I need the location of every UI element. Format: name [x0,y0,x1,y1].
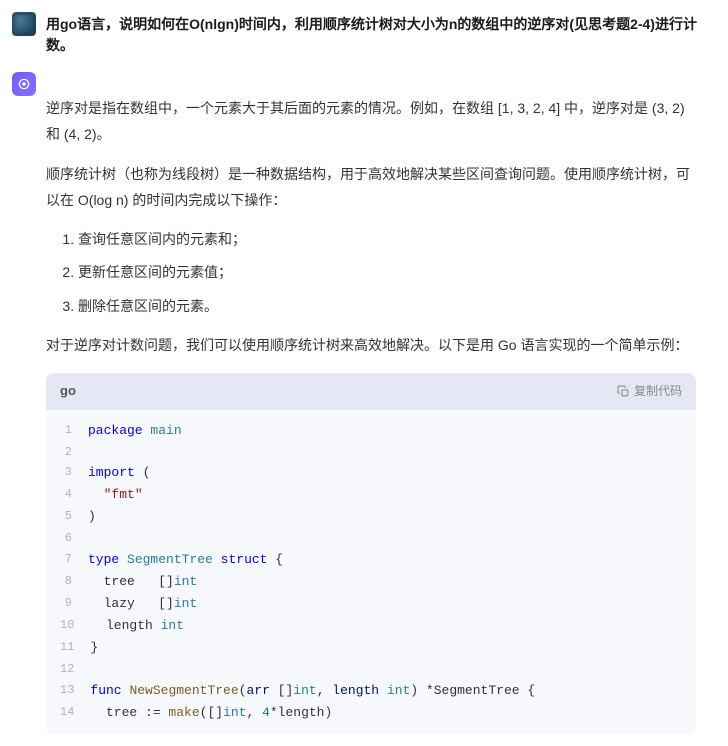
code-block: go 复制代码 1package main23import (4 "fmt"5)… [46,373,696,734]
line-number: 8 [60,571,88,593]
line-content: } [90,637,98,659]
code-line: 2 [46,442,696,462]
line-number: 3 [60,462,88,484]
line-content: tree []int [88,571,197,593]
line-content: lazy []int [88,593,197,615]
code-line: 14 tree := make([]int, 4*length) [46,702,696,724]
line-content: "fmt" [88,484,143,506]
code-line: 11} [46,637,696,659]
copy-icon [617,385,630,398]
code-line: 3import ( [46,462,696,484]
bot-answer: 逆序对是指在数组中，一个元素大于其后面的元素的情况。例如，在数组 [1, 3, … [12,96,716,734]
line-number: 10 [60,615,90,637]
user-message-row: 用go语言，说明如何在O(nlgn)时间内，利用顺序统计树对大小为n的数组中的逆… [12,12,716,56]
code-body[interactable]: 1package main23import (4 "fmt"5)67type S… [46,410,696,734]
bot-avatar-row [12,70,716,96]
bot-logo-icon [17,77,31,91]
code-line: 10 length int [46,615,696,637]
code-line: 12 [46,659,696,679]
line-content: type SegmentTree struct { [88,549,283,571]
line-number: 12 [60,659,90,679]
code-line: 9 lazy []int [46,593,696,615]
line-number: 5 [60,506,88,528]
line-number: 9 [60,593,88,615]
code-line: 7type SegmentTree struct { [46,549,696,571]
line-number: 6 [60,528,88,548]
para-1: 逆序对是指在数组中，一个元素大于其后面的元素的情况。例如，在数组 [1, 3, … [46,96,696,148]
line-number: 4 [60,484,88,506]
code-line: 5) [46,506,696,528]
code-line: 13func NewSegmentTree(arr []int, length … [46,680,696,702]
para-2: 顺序统计树（也称为线段树）是一种数据结构，用于高效地解决某些区间查询问题。使用顺… [46,162,696,214]
para-3: 对于逆序对计数问题，我们可以使用顺序统计树来高效地解决。以下是用 Go 语言实现… [46,333,696,359]
copy-label: 复制代码 [634,382,682,401]
copy-code-button[interactable]: 复制代码 [617,382,682,401]
user-question: 用go语言，说明如何在O(nlgn)时间内，利用顺序统计树对大小为n的数组中的逆… [46,12,716,56]
code-line: 1package main [46,420,696,442]
code-language-label: go [60,381,76,402]
line-content: tree := make([]int, 4*length) [90,702,332,724]
line-number: 2 [60,442,88,462]
line-number: 14 [60,702,90,724]
bot-avatar [12,72,36,96]
list-item: 删除任意区间的元素。 [78,295,696,319]
code-line: 6 [46,528,696,548]
line-number: 13 [60,680,90,702]
code-line: 4 "fmt" [46,484,696,506]
chat-container: 用go语言，说明如何在O(nlgn)时间内，利用顺序统计树对大小为n的数组中的逆… [0,0,728,746]
list-item: 查询任意区间内的元素和； [78,228,696,252]
operations-list: 查询任意区间内的元素和； 更新任意区间的元素值； 删除任意区间的元素。 [46,228,696,319]
line-content: ) [88,506,96,528]
line-number: 7 [60,549,88,571]
list-item: 更新任意区间的元素值； [78,261,696,285]
user-avatar [12,12,36,36]
line-number: 11 [60,637,90,659]
line-content: length int [90,615,184,637]
code-line: 8 tree []int [46,571,696,593]
code-header: go 复制代码 [46,373,696,410]
line-content: import ( [88,462,150,484]
line-content: package main [88,420,182,442]
line-number: 1 [60,420,88,442]
line-content: func NewSegmentTree(arr []int, length in… [90,680,535,702]
